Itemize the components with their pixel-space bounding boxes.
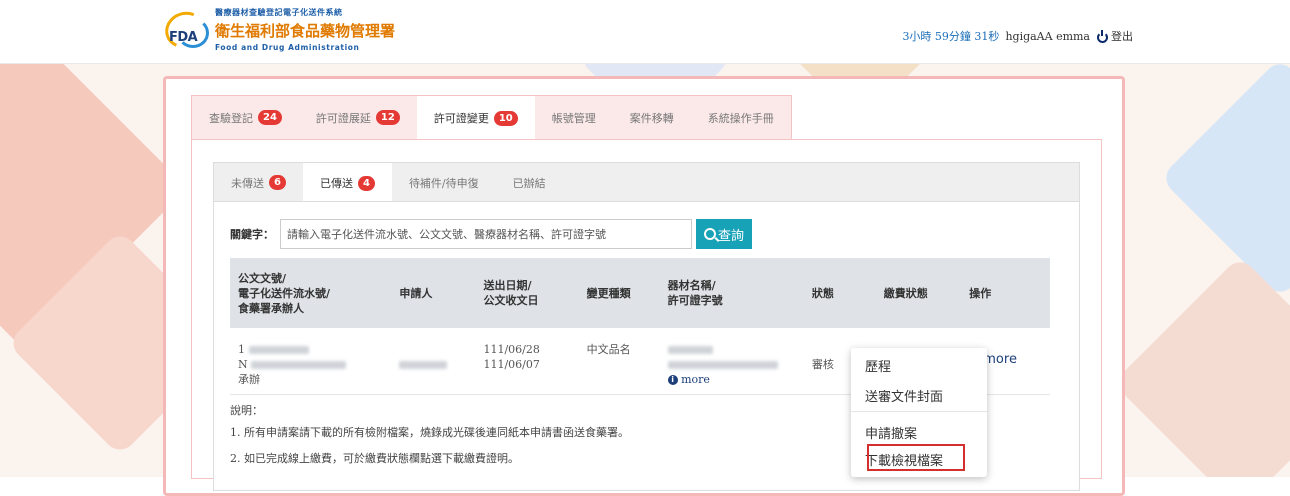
tab-label: 許可證變更	[433, 112, 489, 125]
notes: 說明： 1. 所有申請案請下載的所有檢附檔案，燒錄成光碟後連同紙本申請書函送食藥…	[230, 402, 629, 472]
top-header: FDA 醫療器材查驗登記電子化送件系統 衛生福利部食品藥物管理署 Food an…	[0, 0, 1290, 64]
cell-doc-number: 1 N 承辦	[230, 328, 392, 395]
menu-item-history[interactable]: 歷程	[865, 356, 891, 375]
search-row: 關鍵字： 查詢	[230, 219, 752, 249]
tab-badge: 10	[493, 110, 518, 126]
tab-license-extension[interactable]: 許可證展延 12	[299, 96, 417, 139]
cell-applicant	[391, 328, 476, 395]
notes-title: 說明：	[230, 404, 263, 417]
search-button[interactable]: 查詢	[696, 219, 752, 249]
user-bar: 3小時 59分鐘 31秒 hgigaAA emma 登出	[902, 28, 1133, 44]
fda-logo[interactable]: FDA 醫療器材查驗登記電子化送件系統 衛生福利部食品藥物管理署 Food an…	[160, 4, 395, 54]
tab-label: 許可證展延	[315, 111, 371, 125]
tab-label: 案件移轉	[629, 111, 674, 125]
header-dates: 送出日期/公文收文日	[483, 279, 539, 307]
tab-label: 查驗登記	[209, 111, 253, 125]
subtab-label: 已傳送	[319, 177, 353, 190]
notes-line-2: 2. 如已完成線上繳費，可於繳費狀態欄點選下載繳費證明。	[230, 452, 519, 465]
search-input[interactable]	[280, 219, 692, 249]
user-name: hgigaAA emma	[1005, 29, 1090, 43]
subtab-sent[interactable]: 已傳送 4	[302, 163, 392, 203]
header-doc-number: 公文文號/電子化送件流水號/食藥署承辦人	[238, 271, 331, 315]
tab-account-management[interactable]: 帳號管理	[535, 96, 613, 139]
menu-item-withdraw[interactable]: 申請撤案	[865, 423, 917, 442]
device-more-link[interactable]: i more	[667, 373, 710, 386]
tab-case-transfer[interactable]: 案件移轉	[613, 96, 691, 139]
logout-button[interactable]: 登出	[1096, 28, 1133, 44]
logo-agency-english: Food and Drug Administration	[215, 42, 360, 52]
info-icon: i	[667, 375, 678, 385]
tab-badge: 24	[258, 110, 282, 125]
tab-badge: 12	[375, 110, 400, 125]
header-change-type: 變更種類	[586, 286, 631, 300]
main-tabs: 查驗登記 24 許可證展延 12 許可證變更 10 帳號管理 案件移轉 系統操作手冊	[191, 95, 792, 140]
subtab-badge: 6	[269, 175, 286, 190]
tab-system-manual[interactable]: 系統操作手冊	[691, 96, 791, 139]
tab-label: 帳號管理	[551, 111, 596, 125]
notes-line-1: 1. 所有申請案請下載的所有檢附檔案，燒錄成光碟後連同紙本申請書函送食藥署。	[230, 426, 629, 439]
action-dropdown-menu: 歷程 送審文件封面 申請撤案 下載檢視檔案	[851, 348, 987, 477]
logo-fda-text: FDA	[169, 30, 198, 45]
header-payment: 繳費狀態	[883, 286, 928, 300]
subtab-badge: 4	[357, 175, 375, 191]
session-timer: 3小時 59分鐘 31秒	[902, 30, 1000, 43]
action-more-label: more	[983, 352, 1017, 367]
subtab-label: 已辦結	[512, 176, 546, 190]
header-status: 狀態	[811, 286, 834, 300]
bg-shape	[1159, 63, 1290, 299]
subtab-not-sent[interactable]: 未傳送 6	[214, 163, 303, 202]
logout-label: 登出	[1111, 30, 1133, 43]
table-header-row: 公文文號/電子化送件流水號/食藥署承辦人 申請人 送出日期/公文收文日 變更種類…	[230, 258, 1050, 328]
subtab-label: 待補件/待申復	[408, 176, 479, 190]
cell-change-type: 中文品名	[578, 328, 660, 395]
subtab-label: 未傳送	[231, 176, 264, 190]
subtab-pending-supplement[interactable]: 待補件/待申復	[392, 163, 496, 202]
menu-item-review-cover[interactable]: 送審文件封面	[865, 386, 943, 405]
bg-shape	[1112, 255, 1290, 477]
power-icon	[1096, 30, 1108, 43]
header-device: 器材名稱/許可證字號	[667, 279, 723, 307]
fda-logo-mark: FDA	[160, 6, 213, 54]
search-icon	[703, 228, 716, 240]
highlight-box	[867, 444, 965, 471]
cell-device: i more	[659, 328, 804, 395]
logo-system-name: 醫療器材查驗登記電子化送件系統	[215, 7, 343, 17]
tab-license-change[interactable]: 許可證變更 10	[416, 96, 535, 140]
header-applicant: 申請人	[399, 286, 433, 300]
tab-registration[interactable]: 查驗登記 24	[192, 96, 299, 139]
header-action: 操作	[969, 286, 992, 300]
logo-text: 醫療器材查驗登記電子化送件系統 衛生福利部食品藥物管理署 Food and Dr…	[215, 7, 395, 52]
search-label: 關鍵字：	[230, 228, 274, 241]
menu-divider	[851, 411, 987, 412]
logo-agency-name: 衛生福利部食品藥物管理署	[215, 21, 396, 40]
tab-label: 系統操作手冊	[707, 111, 774, 125]
cell-dates: 111/06/28 111/06/07	[475, 328, 579, 395]
search-button-label: 查詢	[717, 228, 744, 244]
sub-tabs: 未傳送 6 已傳送 4 待補件/待申復 已辦結	[213, 162, 1080, 203]
handler-text: 承辦	[238, 373, 260, 386]
subtab-closed[interactable]: 已辦結	[496, 163, 563, 202]
